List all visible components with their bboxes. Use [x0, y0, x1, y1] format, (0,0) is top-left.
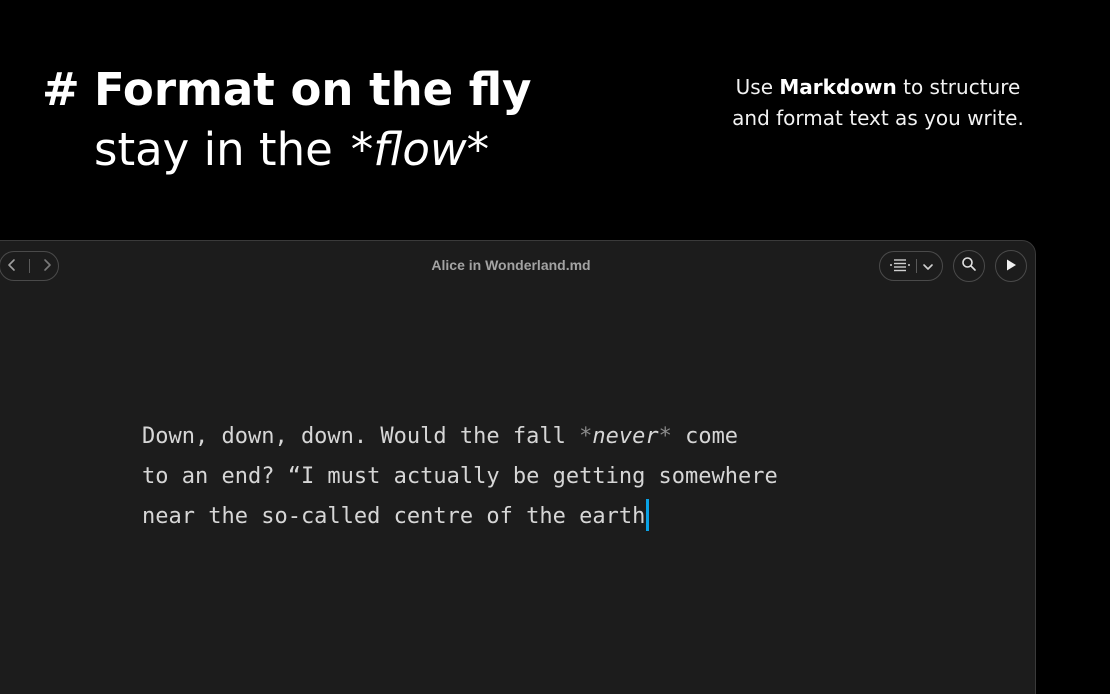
markdown-emphasis-marker: *: [579, 424, 593, 449]
marketing-copy-line-1: Use Markdown to structure: [700, 72, 1056, 103]
editor-text: near the so-called centre of the earth: [142, 504, 646, 529]
preview-button[interactable]: [995, 250, 1027, 282]
editor-line: near the so-called centre of the earth: [142, 499, 650, 531]
text-cursor: [646, 499, 650, 531]
copy-text: to structure: [896, 75, 1021, 99]
editor-text: Down, down, down. Would the fall: [142, 424, 580, 449]
copy-bold: Markdown: [779, 75, 897, 99]
editor-window: Alice in Wonderland.md Down, down, down.…: [0, 240, 1036, 694]
headline-line-1: # Format on the fly: [42, 60, 532, 120]
editor-line: to an end? “I must actually be getting s…: [142, 464, 778, 489]
pill-divider: [915, 259, 917, 273]
editor-text-area[interactable]: Down, down, down. Would the fall *never*…: [142, 417, 778, 537]
format-menu-button[interactable]: [879, 251, 943, 281]
search-icon: [961, 256, 977, 276]
marketing-copy: Use Markdown to structure and format tex…: [700, 72, 1056, 134]
hero-headline: # Format on the fly stay in the *flow*: [42, 60, 532, 180]
markdown-hash: #: [42, 63, 80, 116]
headline-title: Format on the fly: [94, 63, 532, 116]
headline-subtitle: stay in the: [94, 123, 333, 176]
marketing-copy-line-2: and format text as you write.: [732, 106, 1024, 130]
headline-line-2: stay in the *flow*: [42, 120, 532, 180]
emphasized-text: never: [592, 424, 659, 449]
toolbar-right: [879, 250, 1027, 282]
search-button[interactable]: [953, 250, 985, 282]
copy-text: Use: [735, 75, 780, 99]
editor-text: come: [671, 424, 739, 449]
editor-line: Down, down, down. Would the fall *never*…: [142, 424, 738, 449]
play-icon: [1004, 257, 1018, 276]
headline-emphasis: *flow*: [350, 123, 490, 176]
markdown-emphasis-marker: *: [658, 424, 672, 449]
chevron-down-icon[interactable]: [922, 257, 934, 276]
paragraph-format-icon: [889, 257, 911, 276]
